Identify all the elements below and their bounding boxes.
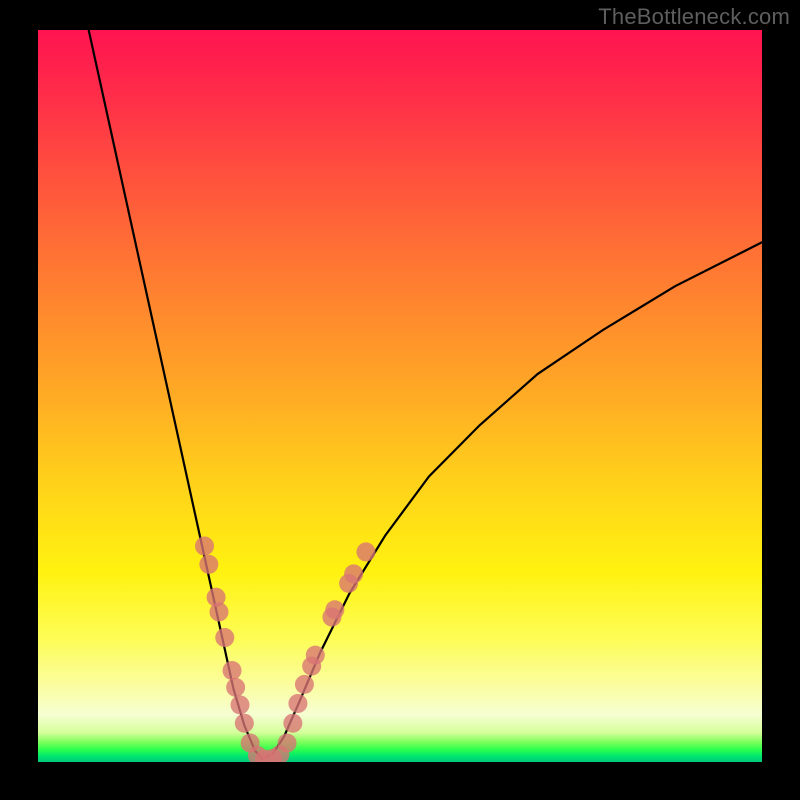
- marker-point: [295, 675, 314, 694]
- marker-point: [356, 542, 375, 561]
- marker-point: [344, 564, 363, 583]
- curve-layer: [38, 30, 762, 762]
- marker-point: [226, 678, 245, 697]
- markers-group: [195, 537, 375, 762]
- marker-point: [278, 733, 297, 752]
- curve-left: [89, 30, 263, 759]
- watermark-text: TheBottleneck.com: [598, 4, 790, 30]
- marker-point: [199, 555, 218, 574]
- marker-point: [195, 537, 214, 556]
- chart-stage: TheBottleneck.com: [0, 0, 800, 800]
- marker-point: [306, 646, 325, 665]
- curve-right: [262, 242, 762, 759]
- plot-area: [38, 30, 762, 762]
- marker-point: [210, 602, 229, 621]
- marker-point: [215, 628, 234, 647]
- marker-point: [231, 695, 250, 714]
- marker-point: [235, 714, 254, 733]
- marker-point: [283, 714, 302, 733]
- marker-point: [325, 600, 344, 619]
- marker-point: [223, 661, 242, 680]
- marker-point: [288, 694, 307, 713]
